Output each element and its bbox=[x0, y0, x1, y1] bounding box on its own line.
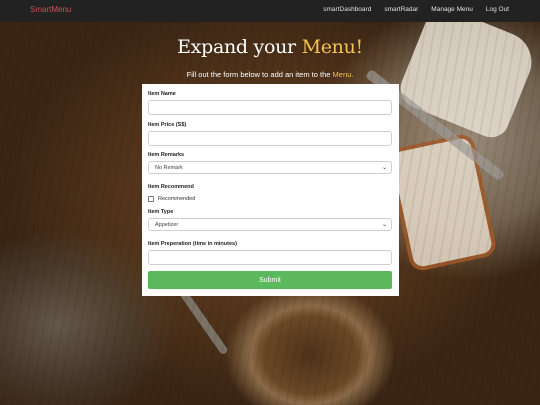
brand-link[interactable]: SmartMenu bbox=[30, 5, 71, 14]
page-title-accent: Menu! bbox=[301, 36, 364, 58]
item-name-input[interactable] bbox=[148, 100, 392, 115]
item-price-input[interactable] bbox=[148, 131, 392, 146]
nav-link-smartdashboard[interactable]: smartDashboard bbox=[323, 6, 371, 13]
item-remarks-value: No Remark bbox=[155, 165, 183, 171]
nav-link-log-out[interactable]: Log Out bbox=[486, 6, 509, 13]
item-preparation-input[interactable] bbox=[148, 250, 392, 265]
nav-link-smartradar[interactable]: smartRadar bbox=[384, 6, 418, 13]
nav-links: smartDashboard smartRadar Manage Menu Lo… bbox=[323, 6, 509, 13]
page-subtitle-accent: Menu. bbox=[332, 70, 354, 79]
item-remarks-select[interactable]: No Remark ⌄ bbox=[148, 161, 392, 174]
submit-button[interactable]: Submit bbox=[148, 271, 392, 289]
page-subtitle-text: Fill out the form below to add an item t… bbox=[186, 70, 333, 79]
item-type-label: Item Type bbox=[148, 209, 174, 215]
item-recommend-label: Item Recommend bbox=[148, 184, 194, 190]
page-subtitle: Fill out the form below to add an item t… bbox=[0, 70, 540, 79]
item-name-label: Item Name bbox=[148, 91, 176, 97]
chevron-down-icon: ⌄ bbox=[381, 165, 387, 171]
item-type-select[interactable]: Appetizer ⌄ bbox=[148, 218, 392, 231]
item-price-label: Item Price (S$) bbox=[148, 122, 187, 128]
item-type-value: Appetizer bbox=[155, 222, 179, 228]
item-remarks-label: Item Remarks bbox=[148, 152, 185, 158]
page-title-text: Expand your bbox=[177, 36, 302, 58]
page-title: Expand your Menu! bbox=[0, 36, 540, 58]
navbar: SmartMenu smartDashboard smartRadar Mana… bbox=[0, 0, 540, 22]
nav-link-manage-menu[interactable]: Manage Menu bbox=[431, 6, 473, 13]
item-preparation-label: Item Preperation (time in minutes) bbox=[148, 241, 237, 247]
toast-image-2 bbox=[385, 132, 499, 273]
recommended-checkbox-row: Recommended bbox=[148, 196, 195, 202]
recommended-checkbox[interactable] bbox=[148, 196, 154, 202]
spoon-image bbox=[179, 289, 229, 356]
add-item-form: Item Name Item Price (S$) Item Remarks N… bbox=[142, 84, 399, 296]
recommended-checkbox-label[interactable]: Recommended bbox=[158, 196, 195, 202]
chevron-down-icon: ⌄ bbox=[381, 222, 387, 228]
